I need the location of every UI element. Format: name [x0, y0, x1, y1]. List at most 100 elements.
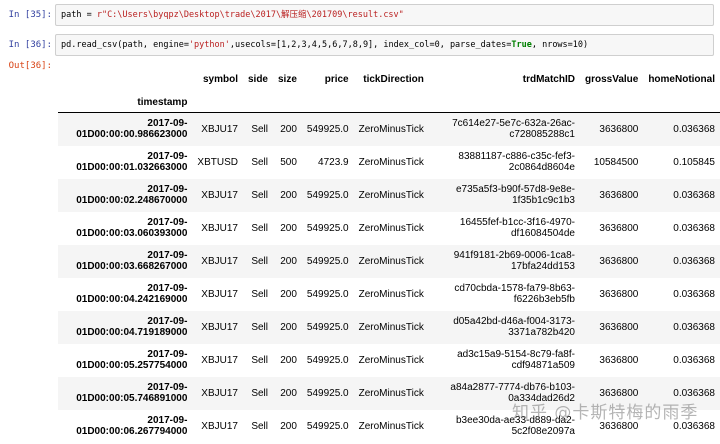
- cell-symbol: XBTUSD: [197, 156, 238, 168]
- row-index: 2017-09- 01D00:00:00.986623000: [76, 118, 188, 141]
- input-prompt-36: In [36]:: [8, 40, 52, 50]
- input-prompt-35: In [35]:: [8, 10, 52, 20]
- code-editor-36[interactable]: pd.read_csv(path, engine='python',usecol…: [55, 34, 714, 56]
- cell-side: Sell: [251, 255, 268, 267]
- table-body: 2017-09- 01D00:00:00.986623000 XBJU17 Sell 2…: [58, 112, 720, 443]
- cell-tick-direction: ZeroMinusTick: [358, 420, 424, 432]
- table-row: 2017-09- 01D00:00:01.032663000 XBTUSD Sell 5…: [58, 146, 720, 179]
- code-keyword: True: [511, 40, 532, 50]
- cell-price: 549925.0: [306, 222, 349, 234]
- cell-tick-direction: ZeroMinusTick: [358, 288, 424, 300]
- code-text: , nrows=10): [531, 40, 589, 50]
- cell-gross-value: 3636800: [599, 255, 639, 267]
- cell-gross-value: 3636800: [599, 222, 639, 234]
- cell-tick-direction: ZeroMinusTick: [358, 354, 424, 366]
- cell-side: Sell: [251, 387, 268, 399]
- watermark: 知乎 @卡斯特梅的雨季: [512, 403, 699, 423]
- cell-size: 500: [280, 156, 297, 168]
- cell-trd-match-id: 7c614e27-5e7c-632a-26ac-c728085288c1: [452, 118, 575, 141]
- cell-gross-value: 10584500: [593, 156, 639, 168]
- code-text: path =: [61, 10, 97, 20]
- cell-price: 549925.0: [306, 288, 349, 300]
- row-index: 2017-09- 01D00:00:03.060393000: [76, 217, 188, 239]
- cell-symbol: XBJU17: [201, 420, 238, 432]
- cell-trd-match-id: cd70cbda-1578-fa79-8b63- f6226b3eb5fb: [454, 283, 575, 305]
- cell-price: 4723.9: [318, 156, 349, 168]
- code-string: r"C:\Users\byqpz\Desktop\trade\2017\解压缩\…: [96, 10, 404, 20]
- cell-size: 200: [280, 387, 297, 399]
- row-index: 2017-09- 01D00:00:06.267794000: [76, 415, 188, 437]
- code-text: pd.read_csv(path, engine=: [61, 40, 189, 50]
- cell-trd-match-id: 941f9181-2b69-0006-1ca8- 17bfa24dd153: [453, 250, 575, 272]
- column-header: homeNotional: [648, 73, 715, 85]
- cell-price: 549925.0: [306, 123, 349, 135]
- column-header: size: [278, 73, 297, 85]
- cell-trd-match-id: ad3c15a9-5154-8c79-fa8f-cdf94871a509: [457, 349, 575, 371]
- cell-symbol: XBJU17: [201, 321, 238, 333]
- cell-side: Sell: [251, 123, 268, 135]
- row-index: 2017-09- 01D00:00:04.242169000: [76, 283, 188, 305]
- cell-size: 200: [280, 420, 297, 432]
- row-index: 2017-09- 01D00:00:04.719189000: [76, 316, 188, 338]
- cell-side: Sell: [251, 420, 268, 432]
- cell-tick-direction: ZeroMinusTick: [358, 123, 424, 135]
- cell-side: Sell: [251, 189, 268, 201]
- cell-home-notional: 0.036368: [673, 354, 715, 366]
- code-string: 'python': [188, 40, 230, 50]
- row-index: 2017-09- 01D00:00:05.257754000: [76, 349, 188, 371]
- code-text: ,usecols=[1,2,3,4,5,6,7,8,9], index_col=…: [229, 40, 512, 50]
- cell-tick-direction: ZeroMinusTick: [358, 189, 424, 201]
- cell-symbol: XBJU17: [201, 354, 238, 366]
- cell-tick-direction: ZeroMinusTick: [358, 387, 424, 399]
- cell-gross-value: 3636800: [599, 288, 639, 300]
- row-index: 2017-09- 01D00:00:05.746891000: [76, 382, 188, 404]
- cell-tick-direction: ZeroMinusTick: [358, 321, 424, 333]
- cell-home-notional: 0.036368: [673, 222, 715, 234]
- cell-price: 549925.0: [306, 354, 349, 366]
- table-row: 2017-09- 01D00:00:03.668267000 XBJU17 Sell 2…: [58, 244, 720, 278]
- cell-gross-value: 3636800: [599, 189, 639, 201]
- cell-trd-match-id: d05a42bd-d46a-f004-3173- 3371a782b420: [453, 316, 575, 338]
- cell-side: Sell: [251, 354, 268, 366]
- cell-home-notional: 0.036368: [673, 288, 715, 300]
- cell-gross-value: 3636800: [599, 123, 639, 135]
- cell-size: 200: [280, 354, 297, 366]
- cell-symbol: XBJU17: [201, 123, 238, 135]
- cell-symbol: XBJU17: [201, 288, 238, 300]
- cell-gross-value: 3636800: [599, 354, 639, 366]
- column-header: trdMatchID: [522, 73, 575, 85]
- cell-tick-direction: ZeroMinusTick: [358, 255, 424, 267]
- column-header: side: [247, 73, 268, 85]
- cell-gross-value: 3636800: [599, 321, 639, 333]
- table-row: 2017-09- 01D00:00:05.257754000 XBJU17 Sell 2…: [58, 344, 720, 377]
- column-header: grossValue: [584, 73, 639, 85]
- row-index: 2017-09- 01D00:00:03.668267000: [76, 250, 188, 272]
- cell-size: 200: [280, 123, 297, 135]
- cell-side: Sell: [251, 222, 268, 234]
- row-index: 2017-09- 01D00:00:01.032663000: [76, 151, 188, 173]
- cell-symbol: XBJU17: [201, 189, 238, 201]
- cell-size: 200: [280, 222, 297, 234]
- cell-size: 200: [280, 288, 297, 300]
- cell-size: 200: [280, 321, 297, 333]
- cell-side: Sell: [251, 288, 268, 300]
- table-row: 2017-09- 01D00:00:02.248670000 XBJU17 Sell 2…: [58, 178, 720, 212]
- cell-price: 549925.0: [306, 255, 349, 267]
- cell-price: 549925.0: [306, 387, 349, 399]
- cell-tick-direction: ZeroMinusTick: [358, 156, 424, 168]
- cell-tick-direction: ZeroMinusTick: [358, 222, 424, 234]
- cell-trd-match-id: 83881187-c886-c35c-fef3- 2c0864d8604e: [458, 151, 575, 173]
- table-row: 2017-09- 01D00:00:04.242169000 XBJU17 Sell 2…: [58, 278, 720, 311]
- table-row: 2017-09- 01D00:00:03.060393000 XBJU17 Sell 2…: [58, 212, 720, 245]
- table-row: 2017-09- 01D00:00:04.719189000 XBJU17 Sell 2…: [58, 310, 720, 344]
- index-header-blank: [58, 66, 192, 92]
- cell-side: Sell: [251, 321, 268, 333]
- dataframe-output: symbol side size price tickDirection trd…: [58, 66, 720, 443]
- table-row: 2017-09- 01D00:00:00.986623000 XBJU17 Sell 2…: [58, 112, 720, 146]
- cell-trd-match-id: 16455fef-b1cc-3f16-4970- df16084504de: [459, 217, 575, 239]
- code-editor-35[interactable]: path = r"C:\Users\byqpz\Desktop\trade\20…: [55, 4, 714, 26]
- cell-size: 200: [280, 189, 297, 201]
- column-header: symbol: [202, 73, 238, 85]
- cell-home-notional: 0.036368: [673, 321, 715, 333]
- cell-price: 549925.0: [306, 321, 349, 333]
